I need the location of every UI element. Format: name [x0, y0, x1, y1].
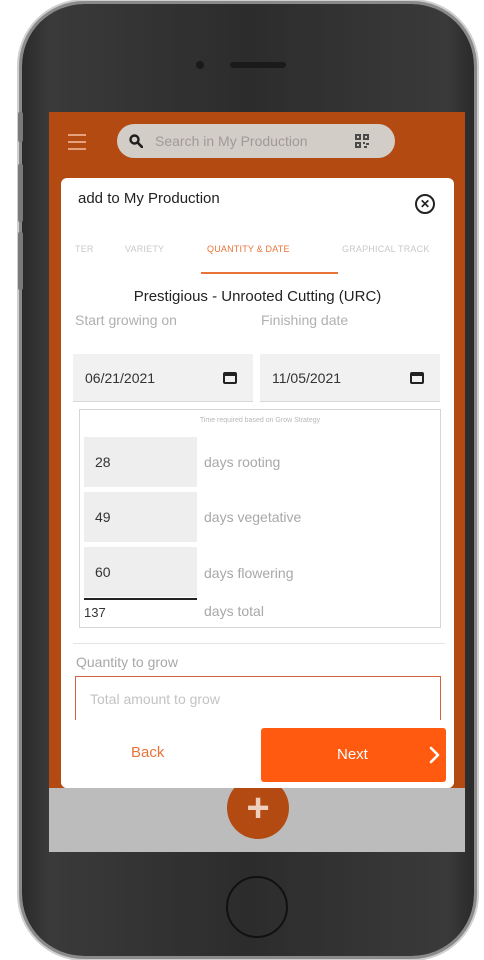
total-days-value: 137 — [84, 605, 106, 620]
time-required-hint: Time required based on Grow Strategy — [199, 417, 321, 424]
volume-up-button — [18, 164, 23, 222]
tab-variety[interactable]: VARIETY — [125, 244, 164, 254]
rooting-days-value: 28 — [95, 454, 111, 470]
tab-filter[interactable]: TER — [75, 244, 94, 254]
vegetative-days-label: days vegetative — [204, 509, 302, 525]
dialog-title: add to My Production — [78, 190, 220, 207]
search-icon — [129, 134, 143, 148]
rooting-days-label: days rooting — [204, 454, 281, 470]
search-bar[interactable] — [117, 124, 395, 158]
total-divider — [84, 598, 197, 600]
quantity-field[interactable] — [75, 676, 441, 720]
start-date-label: Start growing on — [75, 312, 177, 328]
qr-code-icon[interactable] — [355, 134, 369, 148]
plus-icon: + — [246, 786, 270, 830]
front-camera — [196, 61, 204, 69]
section-divider — [73, 643, 445, 644]
hamburger-menu-icon[interactable] — [68, 134, 86, 155]
calendar-icon[interactable] — [223, 372, 237, 384]
next-button[interactable]: Next — [261, 728, 446, 782]
finish-date-field[interactable]: 11/05/2021 — [260, 354, 440, 402]
start-date-field[interactable]: 06/21/2021 — [73, 354, 253, 402]
calendar-icon[interactable] — [410, 372, 424, 384]
tab-quantity-date[interactable]: QUANTITY & DATE — [207, 244, 290, 254]
next-button-label: Next — [337, 746, 368, 763]
finish-date-label: Finishing date — [261, 312, 349, 328]
silent-switch — [18, 112, 23, 142]
flowering-days-value: 60 — [95, 564, 111, 580]
vegetative-days-field[interactable]: 49 — [84, 492, 197, 542]
add-to-production-dialog: add to My Production ✕ TER VARIETY QUANT… — [61, 178, 454, 788]
close-icon[interactable]: ✕ — [415, 194, 435, 214]
active-tab-indicator — [201, 272, 338, 274]
rooting-days-field[interactable]: 28 — [84, 437, 197, 487]
quantity-input[interactable] — [88, 690, 432, 708]
back-button[interactable]: Back — [131, 744, 164, 761]
chevron-right-icon — [429, 746, 440, 764]
flowering-days-field[interactable]: 60 — [84, 547, 197, 597]
search-input[interactable] — [153, 132, 355, 150]
vegetative-days-value: 49 — [95, 509, 111, 525]
grow-strategy-panel: Time required based on Grow Strategy 28 … — [79, 409, 441, 628]
finish-date-value: 11/05/2021 — [272, 370, 342, 386]
tab-graphical-track[interactable]: GRAPHICAL TRACK — [342, 244, 430, 254]
quantity-label: Quantity to grow — [76, 654, 178, 670]
app-screen: + add to My Production ✕ TER VARIETY QUA… — [49, 112, 465, 852]
home-button[interactable] — [226, 876, 288, 938]
dialog-footer: Back Next — [61, 720, 454, 788]
start-date-value: 06/21/2021 — [85, 370, 156, 386]
flowering-days-label: days flowering — [204, 565, 294, 581]
volume-down-button — [18, 232, 23, 290]
wizard-tabs: TER VARIETY QUANTITY & DATE GRAPHICAL TR… — [61, 238, 454, 274]
earpiece-speaker — [230, 62, 286, 68]
product-title: Prestigious - Unrooted Cutting (URC) — [133, 288, 382, 305]
total-days-label: days total — [204, 603, 264, 619]
